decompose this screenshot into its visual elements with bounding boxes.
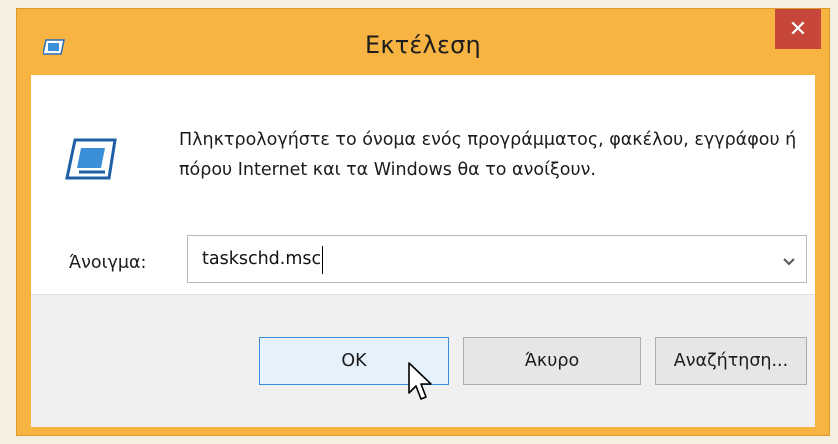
instruction-text: Πληκτρολογήστε το όνομα ενός προγράμματο… <box>179 130 797 180</box>
text-caret <box>322 246 324 274</box>
open-label: Άνοιγμα: <box>69 253 147 273</box>
open-combobox[interactable] <box>187 235 807 283</box>
run-icon <box>65 137 117 181</box>
close-icon: ✕ <box>788 16 808 42</box>
close-button[interactable]: ✕ <box>775 9 821 49</box>
title-bar[interactable]: Εκτέλεση ✕ <box>17 9 829 81</box>
cancel-button[interactable]: Άκυρο <box>463 337 641 385</box>
dialog-body: Πληκτρολογήστε το όνομα ενός προγράμματο… <box>31 75 815 427</box>
chevron-down-icon[interactable] <box>782 253 796 266</box>
open-input[interactable] <box>202 246 742 272</box>
window-title: Εκτέλεση <box>365 31 481 59</box>
run-dialog-window: Εκτέλεση ✕ Πληκτρολογήστε το όνομα ενός … <box>16 8 830 436</box>
browse-button[interactable]: Αναζήτηση... <box>655 337 807 385</box>
mouse-pointer-icon <box>407 361 439 405</box>
